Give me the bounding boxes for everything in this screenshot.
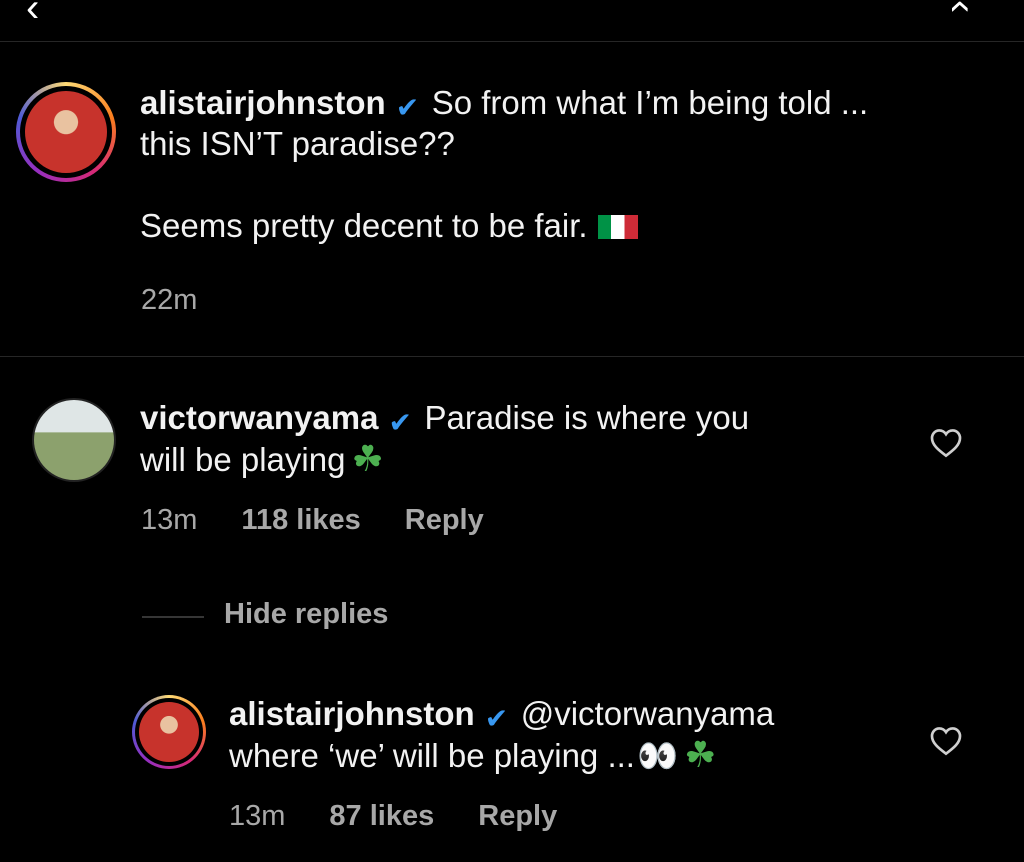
avatar-photo bbox=[139, 702, 199, 762]
post-line-3: Seems pretty decent to be fair. bbox=[140, 207, 588, 244]
avatar-photo bbox=[25, 91, 107, 173]
chevron-icon[interactable]: ‹ bbox=[939, 0, 984, 13]
divider bbox=[0, 356, 1024, 357]
four-leaf-clover-icon: ☘ bbox=[684, 734, 717, 775]
comment-time: 13m bbox=[141, 504, 198, 536]
reply-meta: 13m 87 likes Reply bbox=[229, 800, 601, 833]
comments-page: ‹ ‹ alistairjohnston ✔ So from what I’m be… bbox=[0, 0, 1024, 862]
reply-username[interactable]: alistairjohnston bbox=[229, 695, 475, 732]
post-time: 22m bbox=[141, 284, 198, 316]
avatar[interactable] bbox=[32, 398, 116, 482]
hide-replies-button[interactable]: Hide replies bbox=[224, 598, 388, 631]
comment-line-2: will be playing bbox=[140, 441, 346, 478]
verified-badge-icon: ✔ bbox=[395, 92, 420, 123]
italy-flag-icon bbox=[597, 215, 638, 239]
heart-outline-icon[interactable] bbox=[930, 428, 962, 458]
post-caption: alistairjohnston ✔ So from what I’m being … bbox=[140, 82, 868, 246]
avatar-photo bbox=[34, 400, 114, 480]
reply-time: 13m bbox=[229, 800, 286, 832]
post-meta: 22m bbox=[141, 284, 241, 317]
comment-meta: 13m 118 likes Reply bbox=[141, 504, 528, 537]
chevron-left-icon[interactable]: ‹ bbox=[26, 0, 39, 31]
post-line-2: this ISN’T paradise?? bbox=[140, 125, 455, 162]
heart-outline-icon[interactable] bbox=[930, 726, 962, 756]
reply-line-2: where ‘we’ will be playing ... bbox=[229, 737, 635, 774]
comment-username[interactable]: victorwanyama bbox=[140, 399, 378, 436]
hide-replies-line bbox=[142, 616, 204, 618]
four-leaf-clover-icon: ☘ bbox=[351, 438, 384, 479]
comment-body: victorwanyama ✔ Paradise is where you will… bbox=[140, 397, 749, 480]
reply-button[interactable]: Reply bbox=[478, 800, 557, 832]
avatar[interactable] bbox=[132, 695, 206, 769]
reply-button[interactable]: Reply bbox=[405, 504, 484, 536]
avatar[interactable] bbox=[16, 82, 116, 182]
post-username[interactable]: alistairjohnston bbox=[140, 84, 386, 121]
comment-line-1: Paradise is where you bbox=[424, 399, 750, 436]
top-bar: ‹ ‹ bbox=[0, 0, 1024, 42]
post-line-1: So from what I’m being told ... bbox=[431, 84, 869, 121]
verified-badge-icon: ✔ bbox=[388, 407, 412, 438]
likes-count[interactable]: 118 likes bbox=[241, 504, 360, 536]
reply-body: alistairjohnston ✔ @victorwanyama where ‘w… bbox=[229, 693, 774, 776]
likes-count[interactable]: 87 likes bbox=[329, 800, 434, 832]
verified-badge-icon: ✔ bbox=[484, 703, 509, 734]
eyes-icon: 👀 bbox=[636, 737, 679, 774]
mention-link[interactable]: @victorwanyama bbox=[521, 695, 775, 732]
